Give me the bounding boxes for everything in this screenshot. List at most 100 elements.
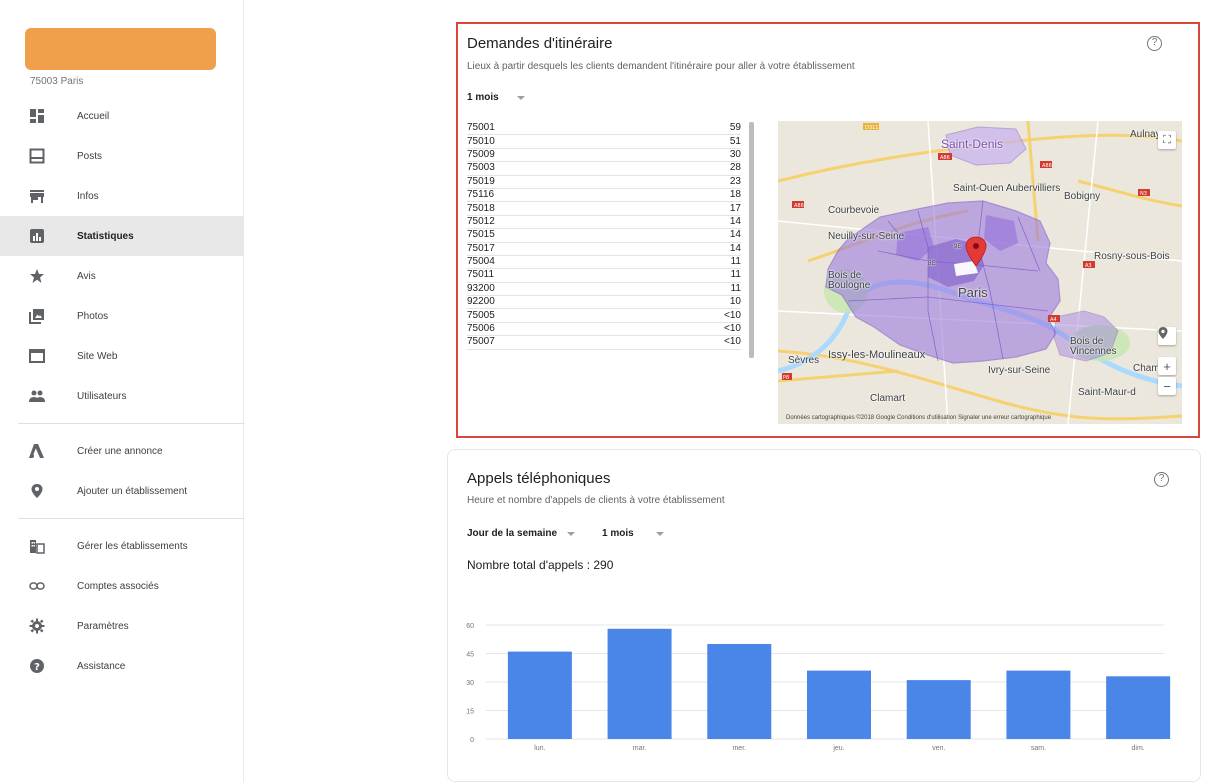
period-dropdown[interactable]: 1 mois xyxy=(602,528,664,539)
help-icon[interactable]: ? xyxy=(1154,472,1169,487)
directions-map[interactable]: D311 A86 A86 A86 N3 A4 A3 P8 Saint-Denis… xyxy=(778,121,1182,424)
zoom-out-button[interactable]: − xyxy=(1158,377,1176,395)
minus-icon: − xyxy=(1163,378,1171,394)
table-row: 75011 11 xyxy=(467,269,741,283)
x-tick-label: sam. xyxy=(1031,745,1046,752)
bar-dim[interactable] xyxy=(1106,676,1171,739)
zip-code: 93200 xyxy=(467,282,495,294)
x-tick-label: ven. xyxy=(932,745,945,752)
sidebar-item-label: Assistance xyxy=(77,660,126,672)
map-label: Bois de Vincennes xyxy=(1070,336,1117,357)
chevron-down-icon xyxy=(567,531,576,536)
table-row: 75004 11 xyxy=(467,256,741,270)
business-name-banner[interactable] xyxy=(25,28,216,70)
sidebar-item-label: Créer une annonce xyxy=(77,445,163,457)
sidebar-item-utilisateurs[interactable]: Utilisateurs xyxy=(0,376,244,416)
table-row: 75007 <10 xyxy=(467,336,741,350)
x-tick-label: dim. xyxy=(1132,745,1145,752)
sidebar-item-posts[interactable]: Posts xyxy=(0,136,244,176)
request-count: <10 xyxy=(724,309,741,321)
sidebar-item-statistiques[interactable]: Statistiques xyxy=(0,216,244,256)
table-scrollbar[interactable] xyxy=(749,122,754,358)
bar-lun[interactable] xyxy=(507,651,572,739)
zip-code: 75015 xyxy=(467,229,495,241)
request-count: 30 xyxy=(729,148,741,160)
store-icon xyxy=(27,186,47,206)
map-label: Saint-Maur-d xyxy=(1078,387,1136,398)
y-tick-label: 60 xyxy=(466,623,474,630)
phone-calls-card: Appels téléphoniques Heure et nombre d'a… xyxy=(447,449,1201,782)
sidebar-item-infos[interactable]: Infos xyxy=(0,176,244,216)
table-row: 75006 <10 xyxy=(467,323,741,337)
zip-code: 75012 xyxy=(467,215,495,227)
directions-title: Demandes d'itinéraire xyxy=(467,35,613,52)
zip-code: 75006 xyxy=(467,323,495,335)
table-row: 75017 14 xyxy=(467,243,741,256)
table-row: 75003 28 xyxy=(467,162,741,176)
sidebar-item-label: Site Web xyxy=(77,350,118,362)
map-label: Saint-Denis xyxy=(941,137,1004,151)
bar-mar[interactable] xyxy=(607,628,672,739)
pegman-button[interactable] xyxy=(1158,327,1176,345)
table-row: 75009 30 xyxy=(467,148,741,163)
day-dropdown[interactable]: Jour de la semaine xyxy=(467,528,576,539)
map-attribution[interactable]: Données cartographiques ©2018 Google Con… xyxy=(786,415,1051,421)
help-icon[interactable]: ? xyxy=(1147,36,1162,51)
zip-code: 75009 xyxy=(467,148,495,160)
sidebar-item-comptes-associes[interactable]: Comptes associés xyxy=(0,566,244,606)
svg-text:A86: A86 xyxy=(1042,163,1052,169)
table-row: 75001 59 xyxy=(467,122,741,136)
sidebar-item-avis[interactable]: Avis xyxy=(0,256,244,296)
map-label: Bois de Boulogne xyxy=(828,270,871,291)
map-label: Cham xyxy=(1133,363,1160,374)
sidebar-item-label: Posts xyxy=(77,150,103,162)
y-tick-label: 30 xyxy=(466,680,474,687)
map-label: Ivry-sur-Seine xyxy=(988,365,1051,376)
zip-code: 75003 xyxy=(467,162,495,174)
zip-code: 75019 xyxy=(467,175,495,187)
location-pin-icon xyxy=(27,481,47,501)
request-count: 11 xyxy=(730,269,741,281)
sidebar-item-accueil[interactable]: Accueil xyxy=(0,96,244,136)
request-count: 28 xyxy=(729,162,741,174)
request-count: <10 xyxy=(724,336,741,348)
zip-code: 75004 xyxy=(467,256,495,268)
zoom-in-button[interactable]: + xyxy=(1158,357,1176,375)
sidebar-item-site-web[interactable]: Site Web xyxy=(0,336,244,376)
map-label: Paris xyxy=(958,285,988,300)
sidebar-item-creer-annonce[interactable]: Créer une annonce xyxy=(0,431,244,471)
website-icon xyxy=(27,346,47,366)
gear-icon xyxy=(27,616,47,636)
sidebar-item-assistance[interactable]: ? Assistance xyxy=(0,646,244,686)
period-dropdown[interactable]: 1 mois xyxy=(467,92,525,103)
map-label: Sèvres xyxy=(788,355,820,366)
svg-text:D311: D311 xyxy=(865,125,878,131)
fullscreen-button[interactable]: ⛶ xyxy=(1158,131,1176,149)
sidebar-item-gerer-etablissements[interactable]: Gérer les établissements xyxy=(0,526,244,566)
sidebar-item-ajouter-etablissement[interactable]: Ajouter un établissement xyxy=(0,471,244,511)
sidebar-item-label: Statistiques xyxy=(77,230,134,242)
zip-code: 75018 xyxy=(467,202,495,214)
bar-ven[interactable] xyxy=(906,680,971,739)
photos-icon xyxy=(27,306,47,326)
period-dropdown-value: 1 mois xyxy=(602,528,634,539)
zip-code: 75011 xyxy=(467,269,495,281)
table-row: 75015 14 xyxy=(467,229,741,243)
bar-jeu[interactable] xyxy=(807,670,871,739)
dashboard-icon xyxy=(27,106,47,126)
sidebar-item-photos[interactable]: Photos xyxy=(0,296,244,336)
sidebar-item-parametres[interactable]: Paramètres xyxy=(0,606,244,646)
insights-icon xyxy=(27,226,47,246)
request-count: <10 xyxy=(724,323,741,335)
directions-subtitle: Lieux à partir desquels les clients dema… xyxy=(467,61,855,72)
period-dropdown-value: 1 mois xyxy=(467,92,499,103)
request-count: 14 xyxy=(729,215,741,227)
x-tick-label: mer. xyxy=(732,745,746,752)
svg-text:P8: P8 xyxy=(783,375,789,381)
sidebar-item-label: Infos xyxy=(77,190,99,202)
request-count: 18 xyxy=(729,189,741,201)
day-dropdown-value: Jour de la semaine xyxy=(467,528,558,539)
calls-subtitle: Heure et nombre d'appels de clients à vo… xyxy=(467,495,725,506)
bar-sam[interactable] xyxy=(1006,670,1071,739)
bar-mer[interactable] xyxy=(707,644,772,739)
